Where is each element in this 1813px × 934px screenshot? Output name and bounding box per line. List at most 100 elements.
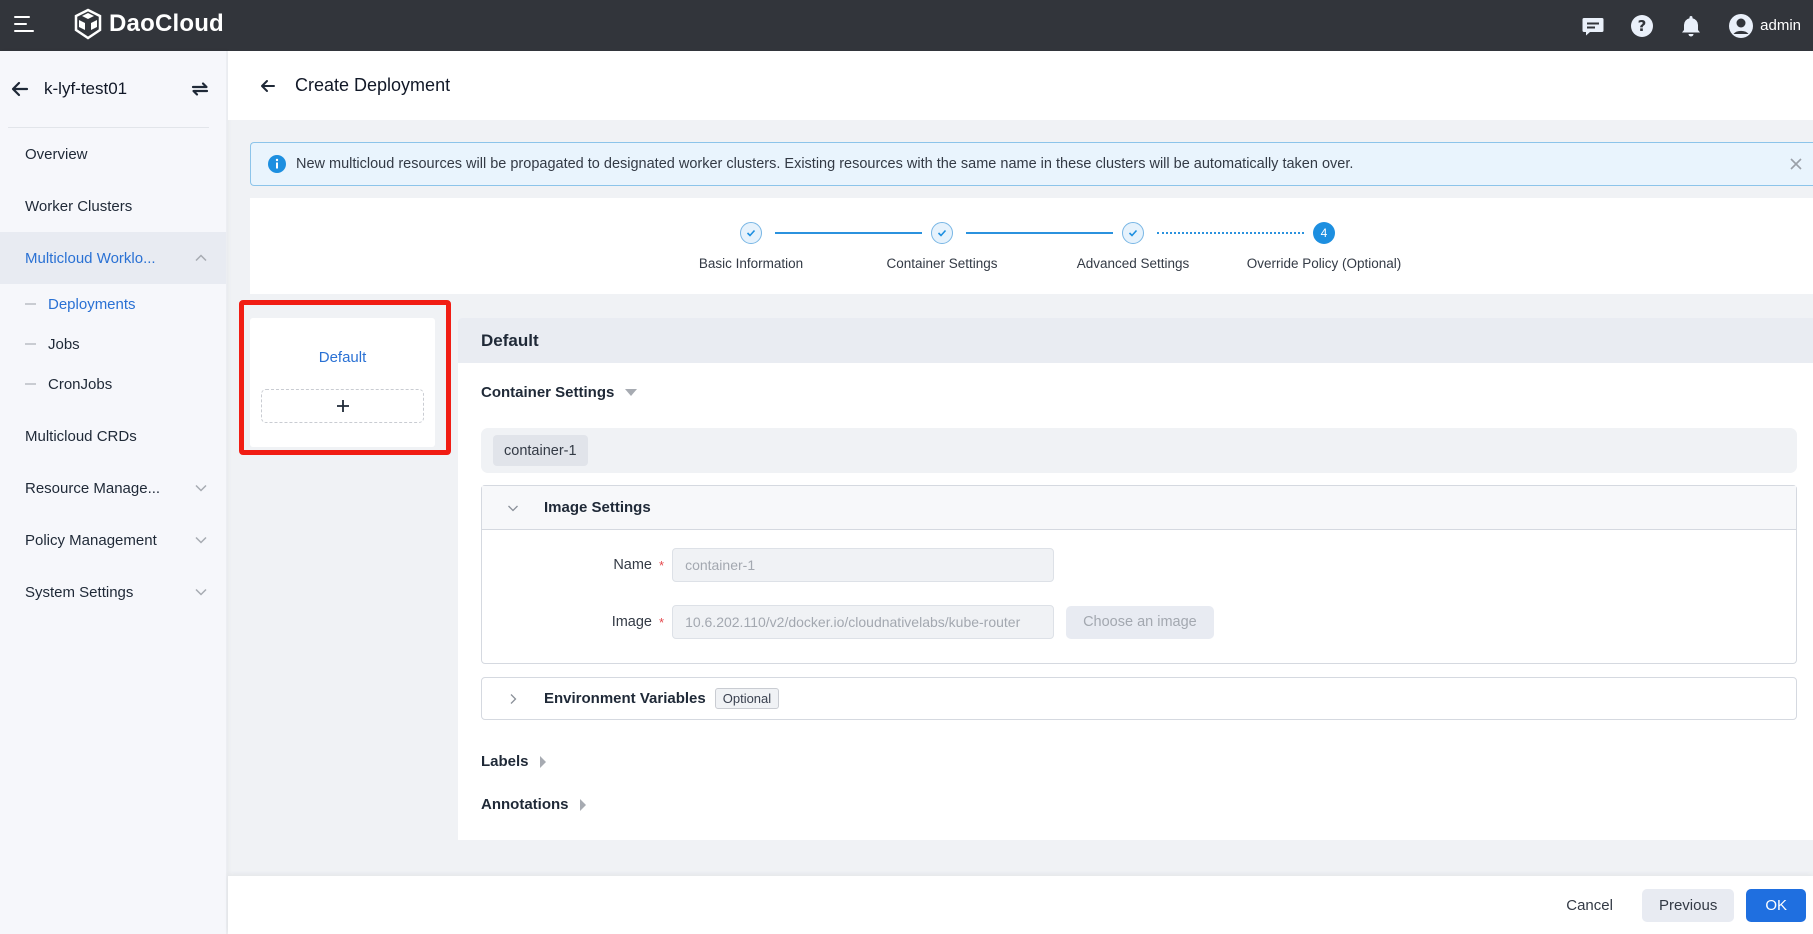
step-label: Advanced Settings [1076,256,1190,271]
steps-indicator: Basic Information Container Settings Adv… [250,198,1813,294]
section-label: Container Settings [481,384,615,401]
section-label: Labels [481,753,529,770]
sidebar-subitem-cronjobs[interactable]: CronJobs [0,364,226,404]
sidebar-item-worker-clusters[interactable]: Worker Clusters [0,180,226,232]
back-arrow-icon[interactable] [10,79,30,99]
chevron-up-icon [195,254,207,262]
nav-label: Overview [25,145,88,163]
brand-name: DaoCloud [109,10,224,37]
policy-item-default[interactable]: Default [250,349,435,366]
container-tabs: container-1 [481,428,1797,473]
chevron-down-icon [508,505,518,511]
sidebar-subitem-jobs[interactable]: Jobs [0,324,226,364]
required-mark: * [659,614,665,630]
sidebar-item-resource-management[interactable]: Resource Manage... [0,462,226,514]
chevron-down-icon [195,536,207,544]
check-icon [931,222,953,244]
chevron-down-icon [195,588,207,596]
container-settings-toggle[interactable]: Container Settings [481,384,638,401]
chevron-down-icon [195,484,207,492]
info-icon [268,155,286,173]
plus-icon [336,400,349,412]
logo-icon [74,8,102,40]
nav-label: Multicloud Worklo... [25,249,156,267]
user-menu[interactable]: admin [1728,13,1801,39]
check-icon [1122,222,1144,244]
sidebar-subitem-deployments[interactable]: Deployments [0,284,226,324]
add-policy-button[interactable] [261,389,424,423]
caret-down-icon [625,389,638,396]
nav-label: Policy Management [25,531,157,549]
subnav-label: CronJobs [48,375,113,393]
svg-text:?: ? [1638,17,1647,35]
caret-right-icon [539,755,546,768]
workspace-name: k-lyf-test01 [44,79,128,98]
alert-text: New multicloud resources will be propaga… [296,156,1354,172]
image-settings-collapse: Image Settings Name * Image * Choose an … [481,485,1797,664]
choose-image-button[interactable]: Choose an image [1066,605,1214,639]
step-basic-information: Basic Information [671,222,831,271]
footer-actions: Cancel Previous OK [228,876,1813,934]
subnav-label: Jobs [48,335,80,353]
collapse-title: Image Settings [544,499,651,516]
nav-label: System Settings [25,583,134,601]
bell-icon[interactable] [1678,13,1704,39]
step-label: Basic Information [698,256,804,271]
sidebar-item-overview[interactable]: Overview [0,128,226,180]
user-name: admin [1760,17,1801,34]
logo[interactable]: DaoCloud [73,8,224,40]
check-icon [740,222,762,244]
workspace-header: k-lyf-test01 [0,51,226,127]
dash-icon [25,383,36,385]
close-icon[interactable] [1789,157,1803,171]
user-avatar-icon [1729,13,1754,38]
collapse-title: Environment Variables [544,690,706,707]
previous-button[interactable]: Previous [1641,888,1735,922]
panel-title: Default [458,318,1813,363]
image-settings-header[interactable]: Image Settings [482,486,1796,530]
required-mark: * [659,557,665,573]
info-alert: New multicloud resources will be propaga… [250,142,1813,186]
menu-icon[interactable] [14,16,34,34]
step-label: Container Settings [886,256,998,271]
caret-right-icon [579,798,586,811]
env-vars-header[interactable]: Environment Variables Optional [482,678,1796,719]
dash-icon [25,343,36,345]
step-override-policy: 4 Override Policy (Optional) [1244,222,1404,271]
annotations-toggle[interactable]: Annotations [481,796,586,813]
sidebar-item-system-settings[interactable]: System Settings [0,566,226,618]
section-label: Annotations [481,796,569,813]
page-title: Create Deployment [295,75,451,95]
optional-badge: Optional [714,688,780,709]
name-input[interactable] [672,548,1055,582]
switch-icon[interactable] [190,79,210,99]
chevron-right-icon [510,693,517,704]
message-icon[interactable] [1580,13,1606,39]
step-number: 4 [1313,222,1335,244]
sidebar-item-policy-management[interactable]: Policy Management [0,514,226,566]
step-advanced-settings: Advanced Settings [1053,222,1213,271]
page-header: Create Deployment [228,51,1813,120]
step-container-settings: Container Settings [862,222,1022,271]
image-input[interactable] [672,605,1055,639]
back-arrow-icon[interactable] [258,76,278,96]
override-policy-list: Default [250,318,435,447]
labels-toggle[interactable]: Labels [481,753,546,770]
container-tab[interactable]: container-1 [493,435,588,466]
name-label: Name [613,557,652,573]
name-row: Name * [482,548,1055,582]
help-icon[interactable]: ? [1629,13,1655,39]
cancel-button[interactable]: Cancel [1549,889,1630,922]
nav-label: Resource Manage... [25,479,161,497]
nav-label: Worker Clusters [25,197,133,215]
sidebar: k-lyf-test01 Overview Worker Clusters Mu… [0,51,227,934]
subnav-label: Deployments [48,295,136,313]
top-bar: DaoCloud ? admin [0,0,1813,51]
sidebar-item-multicloud-crds[interactable]: Multicloud CRDs [0,410,226,462]
nav-label: Multicloud CRDs [25,427,137,445]
env-vars-collapse: Environment Variables Optional [481,677,1797,720]
dash-icon [25,303,36,305]
ok-button[interactable]: OK [1746,888,1806,922]
image-row: Image * Choose an image [482,605,1214,639]
sidebar-item-multicloud-workloads[interactable]: Multicloud Worklo... [0,232,226,284]
